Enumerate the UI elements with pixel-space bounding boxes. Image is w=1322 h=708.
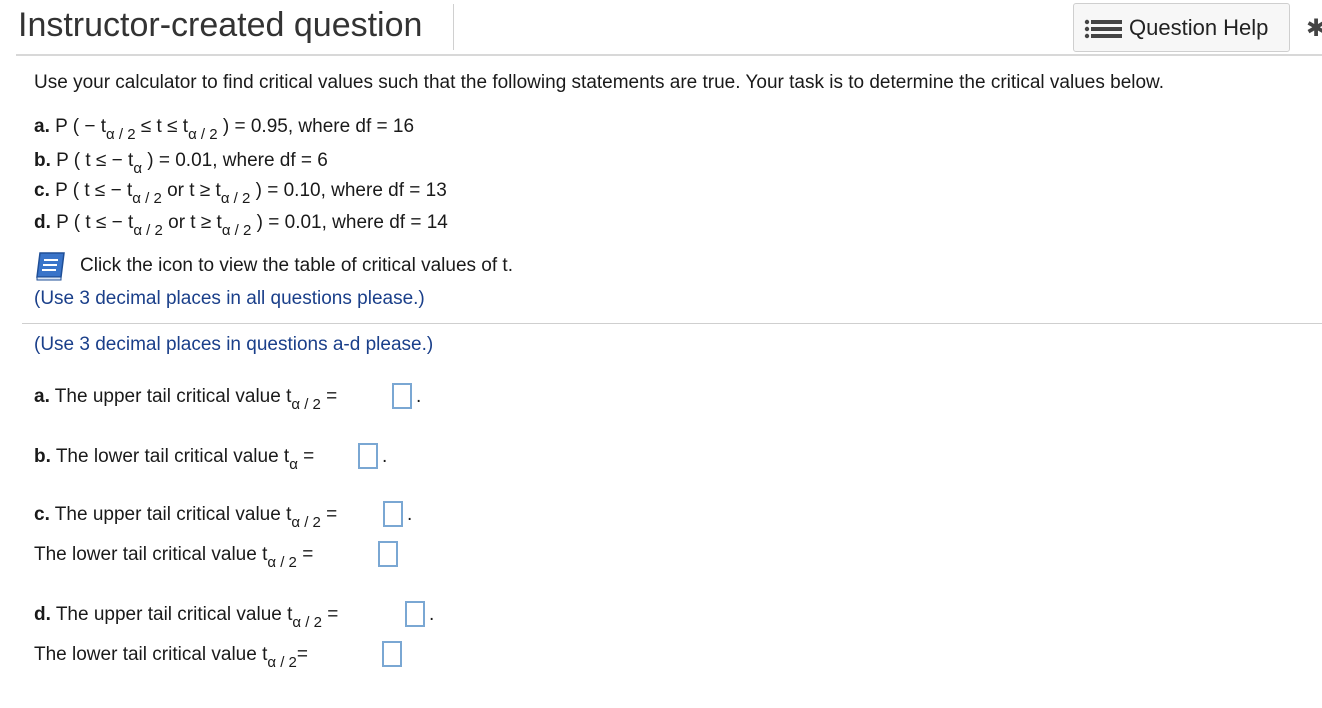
subscript: α / 2 — [220, 190, 251, 207]
question-letter: d. — [34, 604, 51, 625]
question-d-lower: The lower tail critical value tα / 2= — [34, 644, 309, 671]
statement-letter: d. — [34, 212, 51, 233]
question-text: The upper tail critical value t — [54, 504, 292, 525]
statement-letter: b. — [34, 150, 51, 171]
equals-sign: = — [327, 604, 339, 625]
question-letter: c. — [34, 504, 50, 525]
question-text: The upper tail critical value t — [55, 604, 293, 625]
decimal-note-all: (Use 3 decimal places in all questions p… — [34, 288, 425, 309]
period: . — [382, 446, 388, 467]
question-text: The lower tail critical value t — [34, 644, 268, 665]
subscript: α / 2 — [133, 222, 163, 239]
question-help-button[interactable]: Question Help — [1073, 3, 1290, 52]
answer-c-upper-input[interactable] — [383, 501, 403, 527]
subscript: α / 2 — [221, 222, 252, 239]
period: . — [416, 386, 422, 407]
header-divider — [16, 54, 1322, 56]
statement-text: P ( t ≤ − t — [56, 212, 134, 233]
subscript: α / 2 — [267, 554, 297, 571]
list-icon — [1084, 19, 1122, 39]
statement-text: or t ≥ t — [161, 180, 221, 201]
question-c-upper: c. The upper tail critical value tα / 2 … — [34, 504, 338, 531]
statement-text: ) = 0.10, where df = 13 — [250, 180, 447, 201]
title-divider — [453, 4, 454, 50]
question-help-label: Question Help — [1129, 15, 1269, 40]
book-icon[interactable] — [34, 250, 68, 282]
equals-sign: = — [296, 644, 309, 665]
question-d-upper: d. The upper tail critical value tα / 2 … — [34, 604, 339, 631]
page-title: Instructor-created question — [18, 6, 423, 44]
statement-d: d. P ( t ≤ − tα / 2 or t ≥ tα / 2 ) = 0.… — [34, 212, 448, 239]
question-text: The lower tail critical value t — [55, 446, 290, 467]
header: Instructor-created question Question Hel… — [0, 0, 1322, 54]
equals-sign: = — [302, 544, 314, 565]
gear-icon[interactable]: ✱ — [1306, 14, 1322, 43]
statement-b: b. P ( t ≤ − tα ) = 0.01, where df = 6 — [34, 150, 328, 177]
statement-a: a. P ( − tα / 2 ≤ t ≤ tα / 2 ) = 0.95, w… — [34, 116, 415, 143]
section-divider — [22, 323, 1322, 324]
decimal-note-ad: (Use 3 decimal places in questions a-d p… — [34, 334, 434, 355]
subscript: α — [289, 456, 298, 473]
statement-c: c. P ( t ≤ − tα / 2 or t ≥ tα / 2 ) = 0.… — [34, 180, 447, 207]
statement-text: P ( t ≤ − t — [56, 150, 134, 171]
table-link-label: Click the icon to view the table of crit… — [80, 255, 513, 276]
equals-sign: = — [303, 446, 315, 467]
equals-sign: = — [326, 504, 338, 525]
subscript: α / 2 — [291, 514, 321, 531]
statement-text: ) = 0.01, where df = 14 — [251, 212, 448, 233]
answer-a-upper-input[interactable] — [392, 383, 412, 409]
answer-b-lower-input[interactable] — [358, 443, 378, 469]
statement-text: P ( − t — [55, 116, 107, 137]
statement-text: or t ≥ t — [162, 212, 222, 233]
answer-d-lower-input[interactable] — [382, 641, 402, 667]
question-letter: b. — [34, 446, 51, 467]
question-text: The upper tail critical value t — [54, 386, 292, 407]
answer-d-upper-input[interactable] — [405, 601, 425, 627]
subscript: α / 2 — [132, 190, 162, 207]
equals-sign: = — [326, 386, 338, 407]
question-a-upper: a. The upper tail critical value tα / 2 … — [34, 386, 338, 413]
statement-text: P ( t ≤ − t — [55, 180, 133, 201]
question-letter: a. — [34, 386, 50, 407]
question-b-lower: b. The lower tail critical value tα = — [34, 446, 315, 473]
statement-text: ) = 0.95, where df = 16 — [217, 116, 415, 137]
subscript: α / 2 — [188, 126, 218, 143]
question-prompt: Use your calculator to find critical val… — [34, 72, 1165, 93]
question-text: The lower tail critical value t — [34, 544, 268, 565]
statement-text: ) = 0.01, where df = 6 — [141, 150, 328, 171]
subscript: α / 2 — [267, 654, 297, 671]
statement-letter: c. — [34, 180, 50, 201]
subscript: α / 2 — [106, 126, 136, 143]
subscript: α — [133, 160, 142, 177]
subscript: α / 2 — [291, 396, 321, 413]
statement-letter: a. — [34, 116, 50, 137]
subscript: α / 2 — [292, 614, 322, 631]
period: . — [429, 604, 435, 625]
answer-c-lower-input[interactable] — [378, 541, 398, 567]
statement-text: ≤ t ≤ t — [135, 116, 189, 137]
period: . — [407, 504, 413, 525]
question-c-lower: The lower tail critical value tα / 2 = — [34, 544, 314, 571]
